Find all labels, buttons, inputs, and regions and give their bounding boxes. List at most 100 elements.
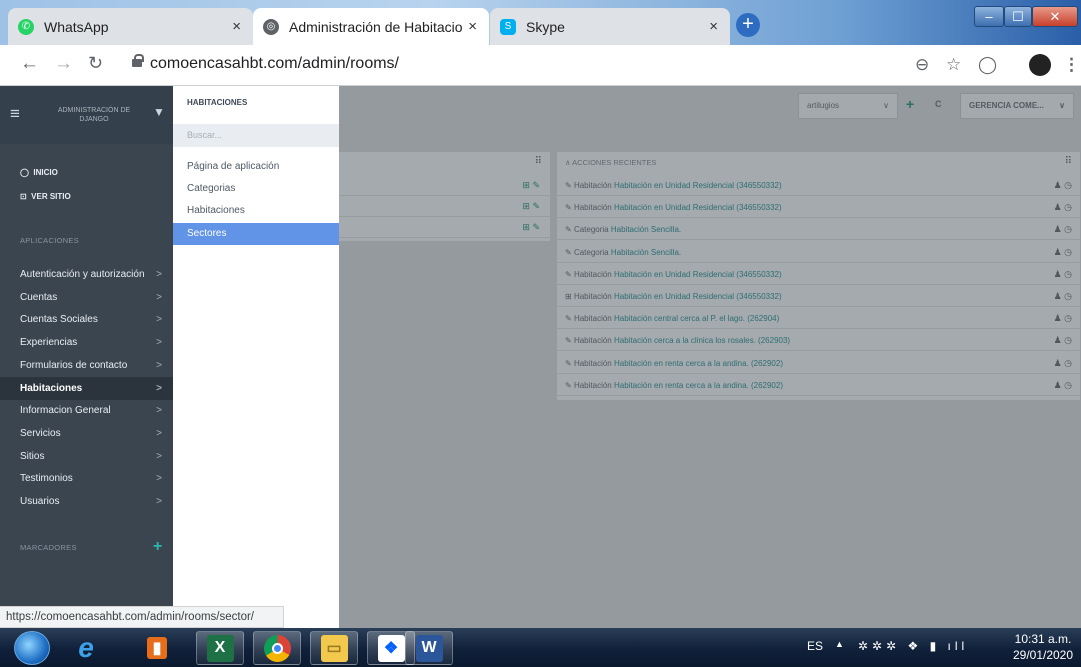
minimize-button[interactable]: – — [974, 6, 1004, 27]
recent-action-link[interactable]: Habitación en renta cerca a la andina. (… — [614, 381, 783, 390]
sidebar-item-app[interactable]: Experiencias > — [0, 331, 173, 354]
user-clock-icon[interactable]: ♟ ◷ — [1054, 375, 1072, 396]
sidebar-item-app[interactable]: Cuentas Sociales > — [0, 308, 173, 331]
user-clock-icon[interactable]: ♟ ◷ — [1054, 308, 1072, 329]
user-clock-icon[interactable]: ♟ ◷ — [1054, 330, 1072, 351]
menu-icon[interactable]: ⋮ — [1063, 55, 1080, 75]
ie-icon[interactable]: e — [62, 631, 110, 665]
sidebar-title: ADMINISTRACIÓN DE DJANGO — [57, 107, 131, 123]
tray-icons[interactable]: ✲✲✲ ❖ ▮ ıll — [858, 639, 968, 653]
recent-action-link[interactable]: Habitación central cerca al P. el lago. … — [614, 314, 779, 323]
recent-actions-panel: ∧ ACCIONES RECIENTES ⠿ ✎ Habitación Habi… — [557, 152, 1080, 400]
close-icon[interactable]: × — [232, 18, 241, 35]
sidebar-item-inicio[interactable]: ◯ INICIO — [0, 161, 173, 184]
star-icon[interactable]: ☆ — [946, 55, 961, 75]
sidebar-item-app[interactable]: Formularios de contacto > — [0, 354, 173, 377]
close-icon[interactable]: × — [468, 18, 477, 35]
avatar[interactable] — [1029, 54, 1051, 76]
recent-action-link[interactable]: Habitación en renta cerca a la andina. (… — [614, 359, 783, 368]
lock-icon — [132, 54, 144, 67]
submenu-item[interactable]: Categorias — [173, 178, 339, 200]
hamburger-icon[interactable]: ≡ — [10, 104, 20, 124]
start-button[interactable] — [14, 631, 50, 665]
table-row: ⊞ ✎ — [339, 196, 550, 217]
user-clock-icon[interactable]: ♟ ◷ — [1054, 286, 1072, 307]
new-tab-button[interactable]: + — [736, 13, 760, 37]
grid-icon[interactable]: ⠿ — [535, 156, 542, 167]
sidebar-item-label: Informacion General — [20, 405, 111, 417]
sidebar-item-app[interactable]: Autenticación y autorización > — [0, 263, 173, 286]
recent-action-type: Habitación — [573, 380, 612, 390]
clock[interactable]: 10:31 a.m. 29/01/2020 — [1009, 631, 1077, 663]
window-close-button[interactable]: ✕ — [1032, 6, 1078, 27]
sidebar-item-label: Sitios — [20, 450, 45, 462]
recent-action-link[interactable]: Habitación Sencilla. — [611, 248, 681, 257]
pin-icon[interactable]: ▼ — [153, 105, 165, 119]
excel-icon[interactable]: X — [196, 631, 244, 665]
user-clock-icon[interactable]: ♟ ◷ — [1054, 175, 1072, 196]
recent-action-row: ✎ Habitación Habitación central cerca al… — [557, 308, 1080, 330]
grid-icon[interactable]: ⠿ — [1065, 156, 1072, 167]
add-widget-button[interactable]: + — [906, 96, 914, 112]
submenu-item[interactable]: Habitaciones — [173, 200, 339, 222]
recent-action-row: ✎ Habitación Habitación cerca a la clini… — [557, 330, 1080, 352]
sidebar-item-label: Testimonios — [20, 473, 73, 485]
outlook-icon[interactable]: ▮ — [133, 631, 181, 665]
explorer-icon[interactable]: ▭ — [310, 631, 358, 665]
user-clock-icon[interactable]: ♟ ◷ — [1054, 242, 1072, 263]
chevron-right-icon: > — [156, 496, 162, 507]
sidebar-item-app[interactable]: Habitaciones > — [0, 376, 173, 400]
whatsapp-icon: ✆ — [18, 18, 34, 35]
tab-skype[interactable]: S Skype × — [490, 8, 730, 45]
recent-action-link[interactable]: Habitación en Unidad Residencial (346550… — [614, 270, 782, 279]
close-icon[interactable]: × — [709, 18, 718, 35]
chevron-right-icon: > — [156, 359, 162, 371]
tab-whatsapp[interactable]: ✆ WhatsApp × — [8, 8, 253, 45]
recent-action-link[interactable]: Habitación cerca a la clinica los rosale… — [614, 336, 790, 345]
recent-action-link[interactable]: Habitación en Unidad Residencial (346550… — [614, 181, 782, 190]
sidebar: ≡ ADMINISTRACIÓN DE DJANGO ▼ ◯ INICIO ⊡ … — [0, 86, 173, 628]
submenu-search-input[interactable]: Buscar... — [173, 124, 339, 147]
add-edit-icon[interactable]: ⊞ ✎ — [522, 175, 540, 196]
account-select[interactable]: GERENCIA COME... ∨ — [960, 93, 1074, 119]
sidebar-item-app[interactable]: Informacion General > — [0, 399, 173, 422]
recent-action-link[interactable]: Habitación en Unidad Residencial (346550… — [614, 292, 782, 301]
add-edit-icon[interactable]: ⊞ ✎ — [522, 196, 540, 217]
opera-icon[interactable]: ◯ — [978, 55, 997, 75]
zoom-icon[interactable]: ⊖ — [915, 55, 929, 75]
maximize-button[interactable]: ☐ — [1004, 6, 1032, 27]
module-panel: ⠿ ⊞ ✎ ⊞ ✎ ⊞ ✎ — [339, 152, 550, 241]
user-clock-icon[interactable]: ♟ ◷ — [1054, 264, 1072, 285]
language-indicator[interactable]: ES — [807, 639, 823, 653]
url-field[interactable]: comoencasahbt.com/admin/rooms/ — [150, 55, 399, 73]
add-bookmark-button[interactable]: + — [153, 538, 162, 556]
recent-action-type: Categoria — [573, 247, 609, 257]
submenu-item-active[interactable]: Sectores — [173, 223, 339, 245]
user-clock-icon[interactable]: ♟ ◷ — [1054, 219, 1072, 240]
reload-icon[interactable]: ↻ — [88, 53, 103, 74]
user-clock-icon[interactable]: ♟ ◷ — [1054, 353, 1072, 374]
sidebar-item-app[interactable]: Sitios > — [0, 445, 173, 468]
refresh-button[interactable]: C — [935, 99, 942, 109]
back-icon[interactable]: ← — [20, 53, 39, 75]
add-edit-icon[interactable]: ⊞ ✎ — [522, 217, 540, 238]
sidebar-item-app[interactable]: Usuarios > — [0, 490, 173, 513]
chrome-icon[interactable] — [253, 631, 301, 665]
submenu-item[interactable]: Página de aplicación — [173, 156, 339, 178]
widget-select[interactable]: artilugios ∨ — [798, 93, 898, 119]
forward-icon[interactable]: → — [54, 53, 73, 75]
recent-action-row: ✎ Categoria Habitación Sencilla. ♟ ◷ — [557, 242, 1080, 263]
recent-action-link[interactable]: Habitación en Unidad Residencial (346550… — [614, 203, 782, 212]
sidebar-item-app[interactable]: Testimonios > — [0, 467, 173, 490]
sidebar-item-ver-sitio[interactable]: ⊡ VER SITIO — [0, 185, 173, 208]
recent-action-type: Habitación — [573, 358, 612, 368]
sidebar-item-app[interactable]: Cuentas > — [0, 286, 173, 309]
word-icon[interactable]: W — [405, 631, 453, 665]
user-clock-icon[interactable]: ♟ ◷ — [1054, 197, 1072, 218]
recent-action-link[interactable]: Habitación Sencilla. — [611, 225, 681, 234]
tray-expand-icon[interactable]: ▲ — [835, 639, 844, 649]
sidebar-item-app[interactable]: Servicios > — [0, 422, 173, 445]
tab-admin[interactable]: ◎ Administración de Habitaciones | × — [253, 8, 489, 45]
recent-actions-title: ∧ ACCIONES RECIENTES — [565, 158, 657, 167]
table-row: ⊞ ✎ — [339, 175, 550, 196]
